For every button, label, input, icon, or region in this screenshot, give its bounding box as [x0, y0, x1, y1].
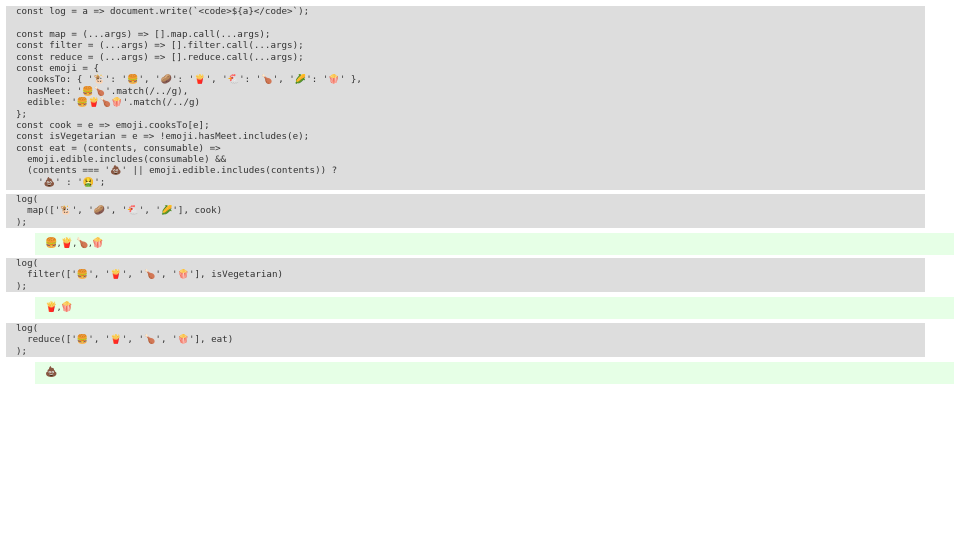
code-line: ); — [16, 345, 28, 357]
code-line: edible: '🍔🍟🍗🍿'.match(/../g) — [16, 97, 201, 109]
code-line: const log = a => document.write(`<code>$… — [16, 6, 310, 17]
code-line: cooksTo: { '🐮': '🍔', '🥔': '🍟', '🐔': '🍗',… — [16, 74, 362, 86]
code-line: const isVegetarian = e => !emoji.hasMeet… — [16, 131, 310, 143]
filter-example-output: 🍟,🍿 — [35, 297, 954, 319]
code-line: log( — [16, 258, 39, 269]
code-line: hasMeet: '🍔🍗'.match(/../g), — [16, 85, 189, 97]
code-line: const map = (...args) => [].map.call(...… — [16, 28, 271, 40]
code-line: ); — [16, 280, 28, 292]
map-example-output: 🍔,🍟,🍗,🍿 — [35, 233, 954, 255]
filter-example-code-block: log( filter(['🍔', '🍟', '🍗', '🍿'], isVege… — [6, 258, 925, 292]
code-line: log( — [16, 194, 39, 205]
code-line: }; — [16, 108, 28, 120]
reduce-example-code-block: log( reduce(['🍔', '🍟', '🍗', '🍿'], eat) )… — [6, 323, 925, 357]
output-text: 🍔,🍟,🍗,🍿 — [45, 238, 105, 249]
code-line: log( — [16, 323, 39, 334]
code-line: (contents === '💩' || emoji.edible.includ… — [16, 165, 338, 177]
code-line: ); — [16, 216, 28, 228]
code-line: filter(['🍔', '🍟', '🍗', '🍿'], isVegetaria… — [16, 269, 284, 281]
map-example-code-block: log( map(['🐮', '🥔', '🐔', '🌽'], cook) ); — [6, 194, 925, 228]
output-text: 🍟,🍿 — [45, 302, 74, 313]
code-line: const filter = (...args) => [].filter.ca… — [16, 40, 304, 52]
code-line: map(['🐮', '🥔', '🐔', '🌽'], cook) — [16, 205, 223, 217]
reduce-example-output: 💩 — [35, 362, 954, 384]
code-line: const eat = (contents, consumable) => — [16, 142, 221, 154]
output-text: 💩 — [45, 367, 58, 378]
code-line: reduce(['🍔', '🍟', '🍗', '🍿'], eat) — [16, 334, 234, 346]
code-line: emoji.edible.includes(consumable) && — [16, 154, 227, 166]
code-line: '💩' : '🤮'; — [16, 176, 106, 188]
code-line: const cook = e => emoji.cooksTo[e]; — [16, 119, 210, 131]
code-line: const reduce = (...args) => [].reduce.ca… — [16, 51, 304, 63]
code-line: const emoji = { — [16, 62, 99, 74]
source-code-block: const log = a => document.write(`<code>$… — [6, 6, 925, 190]
